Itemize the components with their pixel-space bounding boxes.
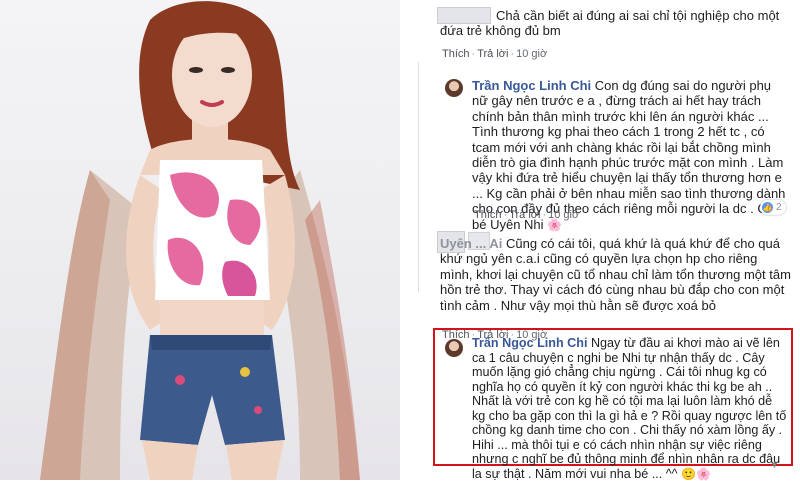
smile-emoji: 🙂 — [681, 467, 696, 481]
flower-emoji: 🌸 — [696, 467, 711, 481]
comment-3-text: Uyên ... Ai Cũng có cái tôi, quá khứ là … — [440, 236, 792, 313]
comment-2-avatar[interactable] — [445, 79, 463, 97]
comment-4-author[interactable]: Trần Ngọc Linh Chi — [472, 336, 587, 350]
comment-4-avatar[interactable] — [445, 339, 463, 357]
comment-3-author[interactable]: Uyên ... Ai — [440, 236, 502, 251]
comment-4-body: Ngay từ đầu ai khơi mào ai vẽ lên ca 1 c… — [472, 336, 786, 481]
comment-1-like-link[interactable]: Thích — [442, 48, 470, 60]
comment-2-reply-link[interactable]: Trả lời — [509, 209, 540, 221]
comment-1-actions: Thích·Trả lời·10 giờ — [442, 48, 547, 60]
comment-4-text: Trần Ngọc Linh Chi Ngay từ đầu ai khơi m… — [472, 336, 788, 481]
fashion-model-illustration — [0, 0, 400, 480]
comment-1-time[interactable]: 10 giờ — [516, 48, 547, 60]
reply-thread-line — [418, 62, 419, 292]
comment-2-like-link[interactable]: Thích — [474, 209, 502, 221]
comment-1-reply-link[interactable]: Trả lời — [477, 48, 508, 60]
model-photo — [0, 0, 400, 480]
comment-2-reaction-count: 2 — [776, 202, 782, 213]
comment-2-actions: Thích·Trả lời·10 giờ — [474, 209, 579, 221]
comment-2-author[interactable]: Trần Ngọc Linh Chi — [472, 78, 591, 93]
like-reaction-icon: 👍 — [762, 202, 773, 213]
scroll-down-arrow-icon[interactable]: ▼ — [770, 460, 779, 470]
comment-2-time[interactable]: 10 giờ — [548, 209, 579, 221]
comment-1-text: Chả cần biết ai đúng ai sai chỉ tội nghi… — [440, 8, 790, 39]
comment-2-reactions[interactable]: 👍 2 — [760, 200, 786, 215]
